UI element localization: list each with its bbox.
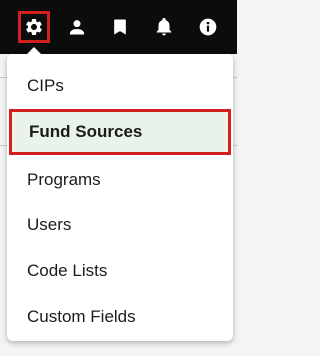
menu-item-programs[interactable]: Programs — [7, 157, 233, 203]
settings-gear-icon[interactable] — [18, 11, 50, 43]
menu-item-fund-sources[interactable]: Fund Sources — [9, 109, 231, 155]
menu-item-cips[interactable]: CIPs — [7, 63, 233, 109]
menu-item-code-lists[interactable]: Code Lists — [7, 248, 233, 294]
user-icon[interactable] — [61, 11, 93, 43]
settings-dropdown-menu: CIPs Fund Sources Programs Users Code Li… — [7, 54, 233, 341]
info-icon[interactable] — [192, 11, 224, 43]
menu-item-users[interactable]: Users — [7, 202, 233, 248]
menu-item-custom-fields[interactable]: Custom Fields — [7, 294, 233, 340]
menu-caret — [26, 47, 42, 55]
bell-icon[interactable] — [148, 11, 180, 43]
bookmark-icon[interactable] — [104, 11, 136, 43]
top-toolbar — [0, 0, 237, 54]
